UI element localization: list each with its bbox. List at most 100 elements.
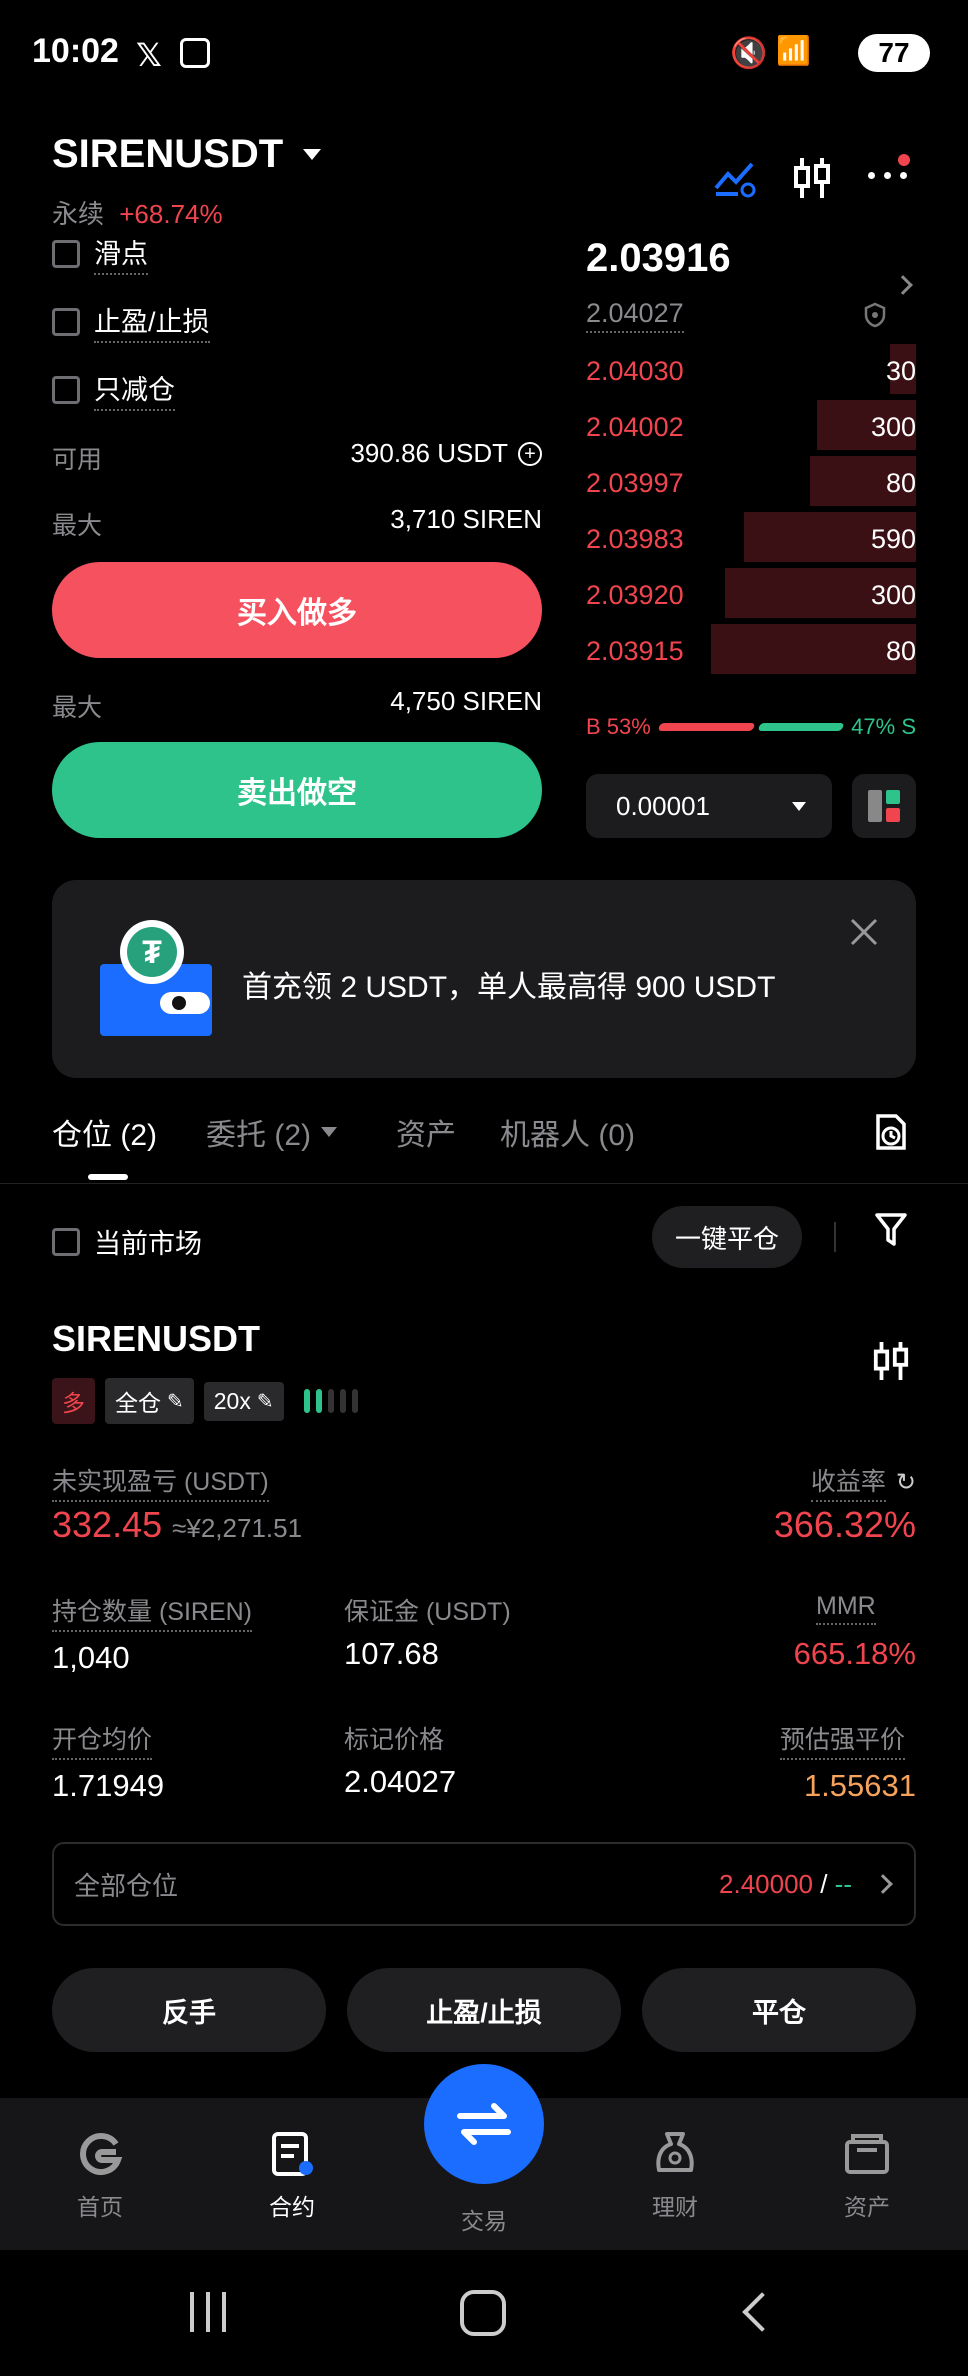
unrealized-pnl-cny: ≈¥2,271.51: [172, 1513, 303, 1543]
position-chart-icon[interactable]: [872, 1340, 910, 1382]
mark-price: 2.04027: [586, 298, 684, 333]
all-positions-label: 全部仓位: [74, 1870, 179, 1901]
current-market-checkbox[interactable]: [52, 1227, 80, 1256]
leverage-label: 20x: [213, 1387, 251, 1414]
position-tags: 多 全仓 ✎ 20x ✎: [52, 1378, 358, 1424]
available-row: 390.86 USDT +: [300, 438, 542, 469]
ask-price: 2.04002: [586, 412, 684, 442]
wifi-icon: 📶: [776, 35, 811, 66]
nav-earn[interactable]: 理财: [625, 2130, 725, 2222]
close-icon[interactable]: [848, 916, 880, 948]
symbol-selector[interactable]: SIRENUSDT: [52, 132, 322, 177]
status-time: 10:02: [32, 32, 119, 70]
liq-price-value: 1.55631: [803, 1768, 916, 1803]
recents-icon[interactable]: [190, 2292, 226, 2332]
home-button-icon[interactable]: [460, 2290, 506, 2336]
precision-value: 0.00001: [616, 790, 710, 821]
tpsl-option[interactable]: 止盈/止损: [52, 300, 210, 343]
roi-label: 收益率: [810, 1462, 886, 1502]
mute-icon: 🔇: [730, 37, 768, 70]
margin-mode-badge[interactable]: 全仓 ✎: [105, 1378, 194, 1424]
add-funds-icon[interactable]: +: [518, 441, 542, 466]
ask-row[interactable]: 2.03920 300: [586, 580, 916, 611]
symbol-title: SIRENUSDT: [52, 132, 284, 176]
slippage-checkbox[interactable]: [52, 239, 80, 268]
tpsl-checkbox[interactable]: [52, 307, 80, 336]
tab-positions[interactable]: 仓位 (2): [52, 1110, 157, 1154]
refresh-icon[interactable]: ↻: [896, 1468, 916, 1497]
filter-icon[interactable]: [874, 1212, 908, 1248]
sell-short-button[interactable]: 卖出做空: [52, 742, 542, 838]
reduce-only-option[interactable]: 只减仓: [52, 368, 175, 411]
mark-price-value: 2.04027: [344, 1764, 457, 1799]
current-market-filter[interactable]: 当前市场: [52, 1222, 202, 1261]
close-position-button[interactable]: 平仓: [642, 1968, 916, 2052]
close-all-label: 一键平仓: [674, 1223, 779, 1254]
margin-label: 保证金 (USDT): [344, 1598, 511, 1626]
slippage-option[interactable]: 滑点: [52, 232, 148, 275]
close-position-label: 平仓: [752, 1997, 806, 2028]
buy-max-value: 3,710 SIREN: [390, 504, 542, 534]
sell-max-value: 4,750 SIREN: [390, 686, 542, 716]
filter-divider: [834, 1222, 836, 1252]
tab-orders[interactable]: 委托 (2): [206, 1110, 337, 1154]
shield-icon: [864, 302, 886, 328]
chevron-right-icon[interactable]: [893, 275, 913, 295]
all-positions-tpsl: 2.40000 / --: [719, 1868, 893, 1900]
wallet-icon: ₮: [100, 920, 212, 1040]
reverse-button[interactable]: 反手: [52, 1968, 326, 2052]
tab-assets[interactable]: 资产: [396, 1110, 456, 1154]
contract-icon: [272, 2132, 313, 2176]
nav-home-label: 首页: [77, 2194, 123, 2220]
last-price[interactable]: 2.03916: [586, 236, 731, 281]
promo-text: 首充领 2 USDT，单人最高得 900 USDT: [242, 971, 776, 1004]
ask-qty: 80: [885, 636, 916, 666]
wallet-nav-icon: [845, 2134, 889, 2174]
position-symbol[interactable]: SIRENUSDT: [52, 1318, 260, 1360]
edit-icon: ✎: [256, 1390, 274, 1413]
tab-positions-label: 仓位 (2): [52, 1119, 157, 1152]
risk-level-indicator: [303, 1389, 358, 1413]
leverage-badge[interactable]: 20x ✎: [203, 1381, 284, 1421]
tab-bots[interactable]: 机器人 (0): [500, 1110, 635, 1154]
battery-level: 77: [878, 37, 910, 68]
close-all-button[interactable]: 一键平仓: [652, 1206, 802, 1268]
ask-row[interactable]: 2.03983 590: [586, 524, 916, 555]
candlestick-icon[interactable]: [792, 156, 832, 200]
entry-price-label: 开仓均价: [52, 1720, 153, 1760]
ask-row[interactable]: 2.04030 30: [586, 356, 916, 387]
nav-contracts[interactable]: 合约: [242, 2130, 342, 2222]
caret-down-icon: [321, 1127, 337, 1137]
nav-home[interactable]: 首页: [50, 2130, 150, 2222]
roi-header[interactable]: 收益率 ↻: [700, 1462, 916, 1502]
reduce-only-checkbox[interactable]: [52, 375, 80, 404]
tpsl-separator: /: [813, 1868, 835, 1899]
reduce-only-label: 只减仓: [94, 368, 175, 411]
ask-qty: 30: [885, 356, 916, 386]
buy-long-button[interactable]: 买入做多: [52, 562, 542, 658]
ask-price: 2.03915: [586, 636, 684, 666]
all-positions-row[interactable]: 全部仓位 2.40000 / --: [52, 1842, 916, 1926]
ask-qty: 590: [870, 524, 916, 554]
ask-row[interactable]: 2.03915 80: [586, 636, 916, 667]
precision-select[interactable]: 0.00001: [586, 774, 832, 838]
nav-assets[interactable]: 资产: [817, 2130, 917, 2222]
sell-short-label: 卖出做空: [237, 777, 357, 810]
ask-qty: 300: [870, 412, 916, 442]
contract-type: 永续: [52, 199, 105, 229]
status-bar: 10:02 𝕏 🔇 📶 77: [0, 0, 968, 100]
chart-compare-icon[interactable]: [712, 158, 756, 198]
promo-banner[interactable]: ₮ 首充领 2 USDT，单人最高得 900 USDT: [52, 880, 916, 1078]
orderbook-layout-button[interactable]: [852, 774, 916, 838]
unrealized-pnl-value: 332.45: [52, 1504, 163, 1545]
ask-row[interactable]: 2.03997 80: [586, 468, 916, 499]
slippage-label: 滑点: [94, 232, 148, 275]
buy-long-label: 买入做多: [237, 597, 357, 630]
more-icon[interactable]: [868, 172, 907, 179]
ask-price: 2.04030: [586, 356, 684, 386]
nav-trade-button[interactable]: [424, 2064, 544, 2184]
history-icon[interactable]: [874, 1112, 908, 1152]
ask-row[interactable]: 2.04002 300: [586, 412, 916, 443]
tpsl-button[interactable]: 止盈/止损: [347, 1968, 621, 2052]
chevron-right-icon: [873, 1874, 893, 1894]
